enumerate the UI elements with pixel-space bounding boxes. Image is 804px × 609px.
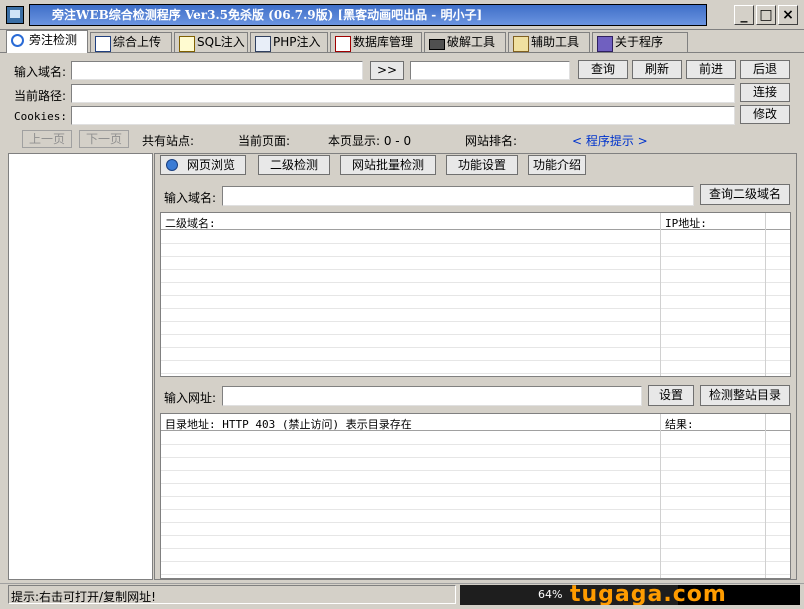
url-label: 输入网址: xyxy=(164,391,217,405)
total-sites-label: 共有站点: xyxy=(142,134,195,148)
status-hint: 提示:右击可打开/复制网址! xyxy=(11,590,156,604)
tab-label: SQL注入 xyxy=(197,35,245,49)
settings-tab-button[interactable]: 功能设置 xyxy=(446,155,518,175)
site-list[interactable] xyxy=(8,153,153,580)
window-title: 旁注WEB综合检测程序 Ver3.5免杀版 (06.7.9版) [黑客动画吧出品… xyxy=(29,4,707,26)
books-icon xyxy=(597,36,613,52)
tab-about[interactable]: 关于程序 xyxy=(592,32,688,52)
tab-label: 辅助工具 xyxy=(531,35,580,49)
cookies-input[interactable] xyxy=(71,106,735,125)
maximize-button[interactable]: □ xyxy=(756,5,776,25)
path-input[interactable] xyxy=(71,84,735,103)
chart-icon xyxy=(95,36,111,52)
progress-bar: 64% tugaga.com xyxy=(460,585,800,605)
program-hint-link[interactable]: < 程序提示 > xyxy=(572,132,648,149)
magnifier-icon xyxy=(11,34,24,47)
tab-label: 关于程序 xyxy=(615,35,664,49)
sub-domain-input[interactable] xyxy=(222,186,694,206)
tab-label: 破解工具 xyxy=(447,35,496,49)
tab-sql-injection[interactable]: SQL注入 xyxy=(174,32,248,52)
browse-button-label: 网页浏览 xyxy=(186,158,235,172)
progress-percent: 64% xyxy=(538,588,563,601)
next-page-button[interactable]: 下一页 xyxy=(79,130,129,148)
tab-crack-tools[interactable]: 破解工具 xyxy=(424,32,506,52)
tab-side-injection[interactable]: 旁注检测 xyxy=(6,30,88,53)
cookies-label: Cookies: xyxy=(14,110,67,123)
tab-php-injection[interactable]: PHP注入 xyxy=(250,32,328,52)
globe-icon xyxy=(166,159,178,171)
tab-label: PHP注入 xyxy=(273,35,321,49)
scan-settings-button[interactable]: 设置 xyxy=(648,385,694,406)
clipboard-icon xyxy=(513,36,529,52)
site-rank-label: 网站排名: xyxy=(465,134,518,148)
scan-directory-button[interactable]: 检测整站目录 xyxy=(700,385,790,406)
domain-input[interactable] xyxy=(71,61,363,80)
url-input[interactable] xyxy=(222,386,642,406)
tab-database[interactable]: 数据库管理 xyxy=(330,32,422,52)
query-subdomain-button[interactable]: 查询二级域名 xyxy=(700,184,790,205)
magnifier-doc-icon xyxy=(179,36,195,52)
sub-domain-label: 输入域名: xyxy=(164,191,217,205)
refresh-button[interactable]: 刷新 xyxy=(632,60,682,79)
watermark: tugaga.com xyxy=(570,585,727,605)
tab-label: 数据库管理 xyxy=(353,35,414,49)
tab-upload[interactable]: 综合上传 xyxy=(90,32,172,52)
keyboard-icon xyxy=(429,39,445,50)
minimize-button[interactable]: _ xyxy=(734,5,754,25)
tab-label: 综合上传 xyxy=(113,35,162,49)
app-icon[interactable] xyxy=(6,6,24,24)
go-button[interactable]: >> xyxy=(370,61,404,80)
status-hint-panel: 提示:右击可打开/复制网址! xyxy=(8,585,456,604)
tab-label: 旁注检测 xyxy=(29,33,78,47)
back-button[interactable]: 后退 xyxy=(740,60,790,79)
second-level-button[interactable]: 二级检测 xyxy=(258,155,330,175)
modify-button[interactable]: 修改 xyxy=(740,105,790,124)
intro-button[interactable]: 功能介绍 xyxy=(528,155,586,175)
directory-table[interactable]: 目录地址: HTTP 403 (禁止访问) 表示目录存在 结果: xyxy=(160,413,791,579)
path-label: 当前路径: xyxy=(14,89,67,103)
shown-range-label: 本页显示: 0 - 0 xyxy=(328,134,412,148)
tab-divider xyxy=(0,52,804,53)
close-button[interactable]: × xyxy=(778,5,798,25)
connect-button[interactable]: 连接 xyxy=(740,83,790,102)
current-page-label: 当前页面: xyxy=(238,134,291,148)
subdomain-table[interactable]: 二级域名: IP地址: xyxy=(160,212,791,377)
result-field[interactable] xyxy=(410,61,570,80)
forward-button[interactable]: 前进 xyxy=(686,60,736,79)
browse-button[interactable]: 网页浏览 xyxy=(160,155,246,175)
tab-aux-tools[interactable]: 辅助工具 xyxy=(508,32,590,52)
database-doc-icon xyxy=(335,36,351,52)
php-doc-icon xyxy=(255,36,271,52)
domain-label: 输入域名: xyxy=(14,65,67,79)
query-button[interactable]: 查询 xyxy=(578,60,628,79)
prev-page-button[interactable]: 上一页 xyxy=(22,130,72,148)
batch-check-button[interactable]: 网站批量检测 xyxy=(340,155,436,175)
